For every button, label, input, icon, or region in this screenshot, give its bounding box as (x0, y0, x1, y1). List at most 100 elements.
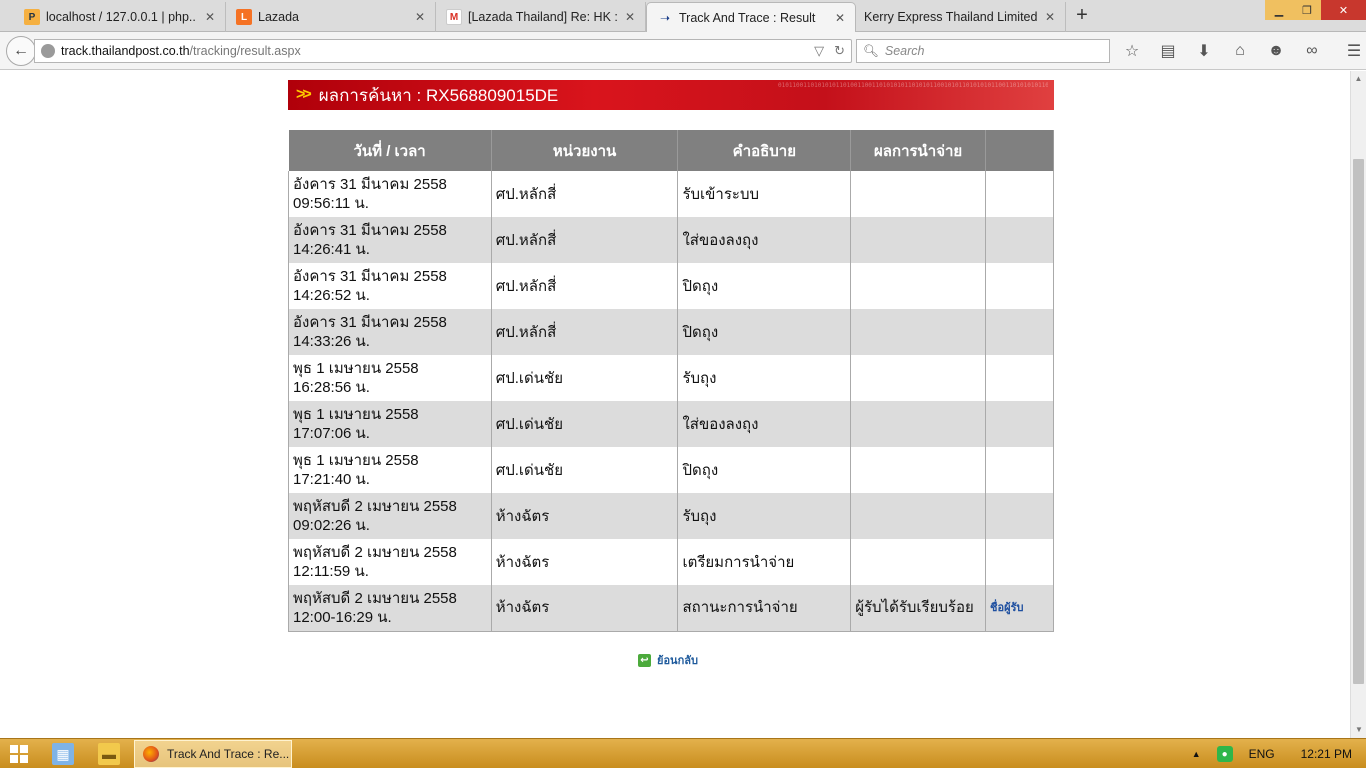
cell-datetime: อังคาร 31 มีนาคม 2558 14:26:52 น. (288, 263, 492, 309)
dropdown-icon[interactable]: ▽ (814, 43, 824, 59)
taskbar-app-firefox[interactable]: Track And Trace : Re... (134, 740, 292, 768)
download-icon[interactable]: ⬇ (1192, 41, 1216, 61)
table-row: พุธ 1 เมษายน 2558 17:21:40 น. ศป.เด่นชัย ปิ… (288, 447, 1054, 493)
reading-list-icon[interactable]: ▤ (1156, 41, 1180, 61)
close-tab-icon[interactable]: ✕ (413, 10, 427, 24)
cell-delivery-result (850, 493, 987, 539)
firefox-icon (143, 746, 159, 762)
close-tab-icon[interactable]: ✕ (623, 10, 637, 24)
cell-datetime: พฤหัสบดี 2 เมษายน 2558 12:11:59 น. (288, 539, 492, 585)
cell-time: 14:26:41 น. (293, 241, 370, 258)
reload-icon[interactable]: ↻ (834, 43, 845, 59)
tab-track-and-trace[interactable]: ➝ Track And Trace : Result ✕ (646, 2, 856, 33)
cell-description: รับถุง (677, 355, 852, 401)
tab-title: Track And Trace : Result (679, 11, 816, 25)
cell-description: สถานะการนำจ่าย (677, 585, 852, 632)
cell-description: ปิดถุง (677, 447, 852, 493)
table-row: อังคาร 31 มีนาคม 2558 14:33:26 น. ศป.หลักส… (288, 309, 1054, 355)
table-header-row: วันที่ / เวลา หน่วยงาน คำอธิบาย ผลการนำจ… (288, 130, 1054, 171)
table-row: พฤหัสบดี 2 เมษายน 2558 09:02:26 น. ห้างฉัต… (288, 493, 1054, 539)
tab-title: Lazada (258, 10, 300, 24)
cell-description: ปิดถุง (677, 309, 852, 355)
scroll-down-icon[interactable]: ▼ (1351, 722, 1366, 738)
cell-delivery-result (850, 401, 987, 447)
cell-delivery-result (850, 171, 987, 217)
file-explorer-icon[interactable]: ▬ (98, 743, 120, 765)
table-row: พุธ 1 เมษายน 2558 17:07:06 น. ศป.เด่นชัย ใส… (288, 401, 1054, 447)
cell-delivery-result (850, 539, 987, 585)
tab-lazada[interactable]: L Lazada ✕ (226, 2, 436, 32)
cell-extra (985, 401, 1054, 447)
page-content: >> ผลการค้นหา : RX568809015DE 0101100110… (0, 71, 1350, 738)
mask-icon[interactable]: ∞ (1300, 41, 1324, 61)
close-tab-icon[interactable]: ✕ (833, 11, 847, 25)
close-tab-icon[interactable]: ✕ (203, 10, 217, 24)
search-placeholder: Search (884, 44, 925, 58)
tracking-table: วันที่ / เวลา หน่วยงาน คำอธิบาย ผลการนำจ… (288, 130, 1054, 632)
scroll-up-icon[interactable]: ▲ (1351, 71, 1366, 87)
recipient-name-link[interactable]: ชื่อผู้รับ (990, 602, 1023, 614)
chat-icon[interactable]: ☻ (1264, 41, 1288, 61)
restore-button[interactable]: ❐ (1293, 0, 1321, 20)
scroll-thumb[interactable] (1353, 159, 1364, 684)
header-datetime: วันที่ / เวลา (288, 130, 492, 171)
table-row: พฤหัสบดี 2 เมษายน 2558 12:00-16:29 น. ห้าง… (288, 585, 1054, 632)
cell-time: 14:33:26 น. (293, 333, 370, 350)
calculator-icon[interactable]: ▦ (52, 743, 74, 765)
minimize-button[interactable]: ▁ (1265, 0, 1293, 20)
tab-kerry-express[interactable]: Kerry Express Thailand Limited ... ✕ (856, 2, 1066, 32)
cell-date: อังคาร 31 มีนาคม 2558 (293, 314, 447, 331)
tab-gmail[interactable]: M [Lazada Thailand] Re: HK : ... ✕ (436, 2, 646, 32)
cell-datetime: พุธ 1 เมษายน 2558 16:28:56 น. (288, 355, 492, 401)
table-row: พุธ 1 เมษายน 2558 16:28:56 น. ศป.เด่นชัย รั… (288, 355, 1054, 401)
cell-extra (985, 171, 1054, 217)
cell-datetime: พุธ 1 เมษายน 2558 17:21:40 น. (288, 447, 492, 493)
windows-start-icon[interactable] (10, 745, 28, 763)
clock[interactable]: 12:21 PM (1301, 747, 1352, 761)
cell-time: 09:02:26 น. (293, 517, 370, 534)
cell-datetime: อังคาร 31 มีนาคม 2558 14:33:26 น. (288, 309, 492, 355)
cell-extra (985, 263, 1054, 309)
cell-delivery-result (850, 355, 987, 401)
cell-extra (985, 493, 1054, 539)
tab-title: localhost / 127.0.0.1 | php... (46, 10, 197, 24)
close-tab-icon[interactable]: ✕ (1043, 10, 1057, 24)
toolbar-icons: ☆ ▤ ⬇ ⌂ ☻ ∞ ☰ (1120, 41, 1366, 61)
new-tab-button[interactable]: + (1070, 4, 1094, 28)
vertical-scrollbar[interactable]: ▲ ▼ (1350, 71, 1366, 738)
cell-date: พฤหัสบดี 2 เมษายน 2558 (293, 498, 457, 515)
cell-delivery-result: ผู้รับได้รับเรียบร้อย (850, 585, 987, 632)
back-link[interactable]: ↩ ย้อนกลับ (638, 651, 698, 669)
cell-extra (985, 217, 1054, 263)
cell-datetime: อังคาร 31 มีนาคม 2558 09:56:11 น. (288, 171, 492, 217)
cell-date: พุธ 1 เมษายน 2558 (293, 360, 419, 377)
binary-pattern-decoration: 0101100110101010110100110011010101011010… (778, 82, 1048, 89)
cell-date: พฤหัสบดี 2 เมษายน 2558 (293, 589, 457, 607)
tab-phpmyadmin[interactable]: P localhost / 127.0.0.1 | php... ✕ (0, 2, 226, 32)
search-input[interactable]: 🔍︎ Search (856, 39, 1110, 63)
cell-extra (985, 309, 1054, 355)
lazada-icon: L (236, 9, 252, 25)
cell-date: พุธ 1 เมษายน 2558 (293, 452, 419, 469)
home-icon[interactable]: ⌂ (1228, 41, 1252, 61)
banner-title: ผลการค้นหา : RX568809015DE (318, 85, 559, 105)
line-chat-icon[interactable]: ● (1216, 746, 1233, 762)
address-bar[interactable]: track.thailandpost.co.th /tracking/resul… (34, 39, 852, 63)
cell-extra (985, 447, 1054, 493)
cell-office: ศป.หลักสี่ (490, 309, 679, 355)
cell-delivery-result (850, 217, 987, 263)
bookmark-star-icon[interactable]: ☆ (1120, 41, 1144, 61)
cell-description: รับเข้าระบบ (677, 171, 852, 217)
menu-icon[interactable]: ☰ (1342, 41, 1366, 61)
tab-strip: P localhost / 127.0.0.1 | php... ✕ L Laz… (0, 0, 1366, 33)
cell-time: 17:07:06 น. (293, 425, 370, 442)
url-host: track.thailandpost.co.th (61, 44, 190, 58)
language-indicator[interactable]: ENG (1249, 747, 1275, 761)
back-button[interactable]: ← (6, 36, 36, 66)
cell-datetime: พฤหัสบดี 2 เมษายน 2558 09:02:26 น. (288, 493, 492, 539)
tray-expand-icon[interactable]: ▲ (1192, 749, 1201, 759)
double-arrow-icon: >> (296, 86, 312, 103)
cell-office: ศป.หลักสี่ (490, 171, 679, 217)
close-window-button[interactable]: ✕ (1321, 0, 1366, 20)
cell-description: รับถุง (677, 493, 852, 539)
